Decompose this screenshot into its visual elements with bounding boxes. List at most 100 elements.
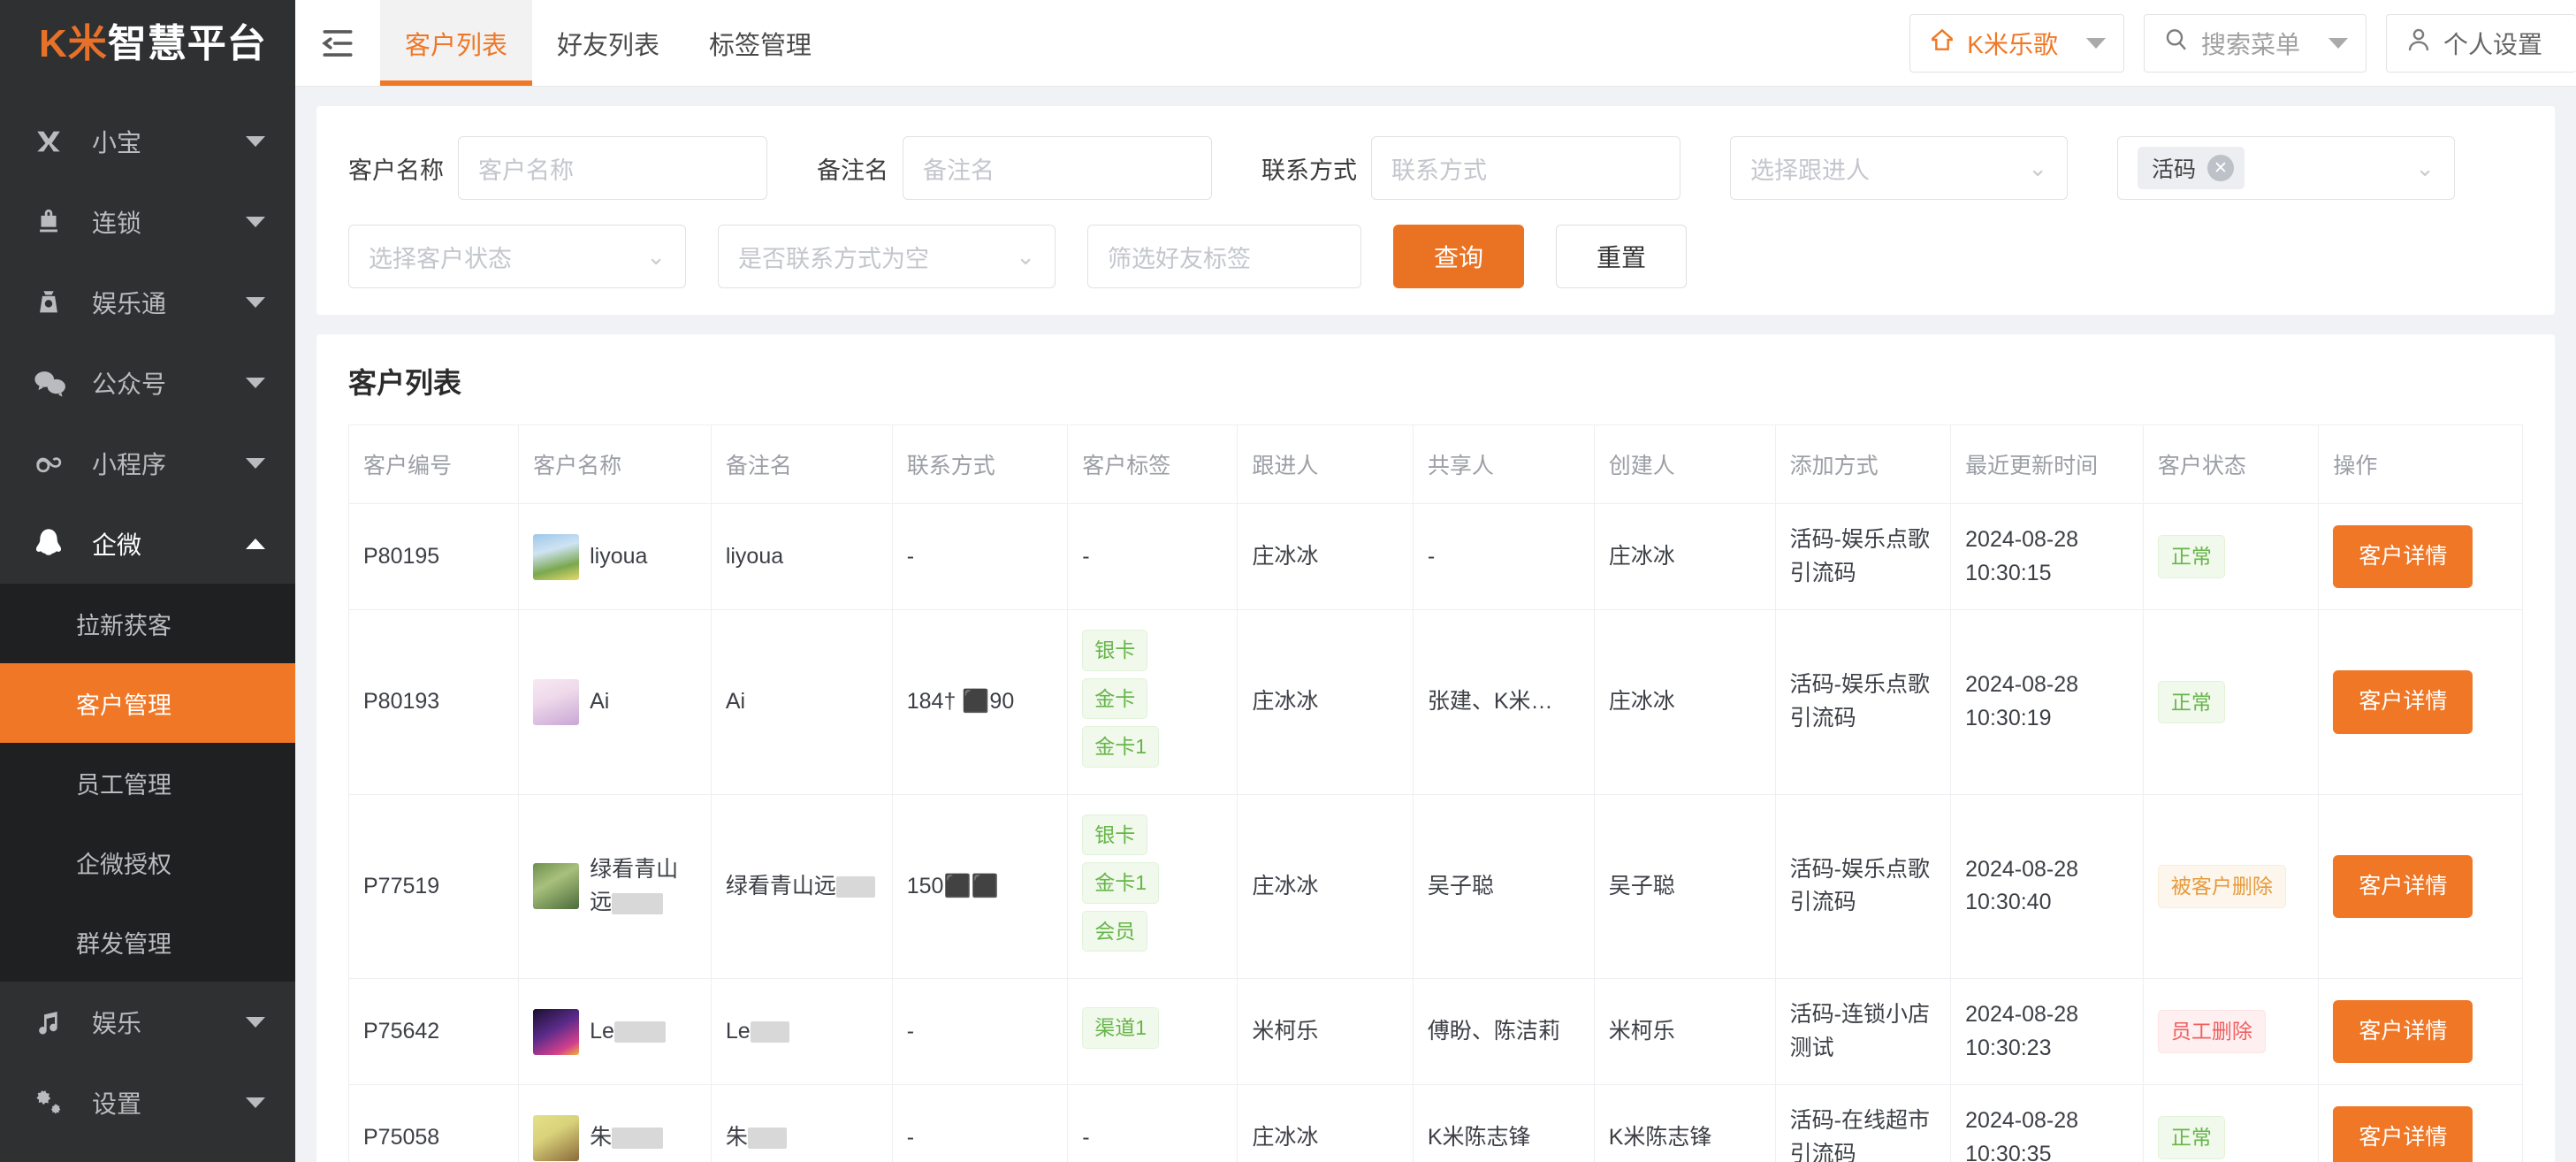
chevron-down-icon — [2085, 37, 2106, 49]
cell-remark: 绿看青山远 — [711, 793, 893, 979]
customer-name-text: 朱 — [590, 1121, 664, 1155]
table-row: P75058 朱朱 - - 庄冰冰 K米陈志锋 K米陈志锋 活码-在线超市引流码 2024-08… — [347, 1084, 2523, 1162]
sidebar-subitem-customer-management[interactable]: 客户管理 — [0, 663, 295, 743]
cell-customer-name: 朱 — [518, 1084, 712, 1162]
chevron-down-icon — [246, 216, 265, 227]
sidebar-item-label: 公众号 — [92, 370, 167, 398]
tab-friend-list[interactable]: 好友列表 — [532, 0, 684, 86]
sidebar-item-entertainment2[interactable]: 娱乐 — [0, 982, 295, 1062]
app-logo[interactable]: K米智慧平台 — [0, 0, 295, 88]
entertainment-icon — [34, 287, 80, 317]
cell-sharer: 张建、K米… — [1413, 609, 1595, 795]
cell-sharer: K米陈志锋 — [1413, 1084, 1595, 1162]
close-icon[interactable]: ✕ — [2207, 155, 2235, 181]
sidebar-item-label: 小程序 — [92, 450, 167, 478]
customer-detail-button[interactable]: 客户详情 — [2333, 1105, 2473, 1162]
follower-placeholder: 选择跟进人 — [1750, 157, 1870, 184]
source-select[interactable]: 活码 ✕ ⌄ — [2117, 136, 2455, 200]
customer-name-text: 绿看青山远 — [590, 856, 679, 915]
contact-empty-select[interactable]: 是否联系方式为空 ⌄ — [718, 225, 1056, 288]
customer-name-input[interactable]: 客户名称 — [458, 136, 767, 200]
org-selector[interactable]: K米乐歌 — [1909, 13, 2124, 73]
sidebar-item-chain[interactable]: 连锁 — [0, 181, 295, 262]
sidebar-item-xiaobao[interactable]: 小宝 — [0, 101, 295, 181]
cell-customer-name: 绿看青山远 — [518, 793, 712, 979]
sidebar-item-settings[interactable]: 设置 — [0, 1062, 295, 1143]
cell-customer-name: liyoua — [518, 503, 712, 610]
cell-action: 客户详情 — [2318, 793, 2523, 979]
column-header-id: 客户编号 — [347, 424, 520, 504]
logo-k-text: K米 — [39, 22, 108, 65]
cell-sharer: 吴子聪 — [1413, 793, 1595, 979]
profile-label: 个人设置 — [2443, 30, 2542, 58]
topbar: 客户列表 好友列表 标签管理 K米乐歌 搜索菜单 个人设置 — [295, 0, 2576, 87]
chevron-down-icon — [2328, 37, 2348, 49]
column-header-creator: 创建人 — [1594, 424, 1776, 504]
topbar-right: K米乐歌 搜索菜单 个人设置 — [1890, 0, 2576, 86]
wechat-official-icon — [34, 368, 80, 398]
chevron-down-icon: ⌄ — [1016, 242, 1035, 270]
sidebar-item-mini-program[interactable]: 小程序 — [0, 423, 295, 503]
tab-customer-list[interactable]: 客户列表 — [380, 0, 533, 86]
customer-status-select[interactable]: 选择客户状态 ⌄ — [348, 225, 686, 288]
sidebar-item-label: 娱乐通 — [92, 289, 167, 317]
cell-status: 员工删除 — [2143, 978, 2320, 1085]
menu-search[interactable]: 搜索菜单 — [2143, 13, 2366, 73]
cell-contact: 150⬛⬛ — [892, 793, 1069, 979]
status-badge: 正常 — [2157, 680, 2225, 723]
cell-source: 活码-娱乐点歌引流码 — [1775, 609, 1952, 795]
cell-creator: K米陈志锋 — [1594, 1084, 1776, 1162]
sidebar-subitem-staff-management[interactable]: 员工管理 — [0, 743, 295, 822]
column-header-source: 添加方式 — [1775, 424, 1952, 504]
sidebar-item-official-account[interactable]: 公众号 — [0, 342, 295, 423]
cell-follower: 庄冰冰 — [1237, 1084, 1414, 1162]
sidebar-item-qiwei[interactable]: 企微 — [0, 503, 295, 584]
follower-select[interactable]: 选择跟进人 ⌄ — [1730, 136, 2068, 200]
query-button[interactable]: 查询 — [1393, 225, 1524, 288]
customer-detail-button[interactable]: 客户详情 — [2333, 854, 2473, 918]
tab-label: 标签管理 — [709, 31, 812, 60]
cell-status: 被客户删除 — [2143, 793, 2320, 979]
search-input[interactable]: 搜索菜单 — [2191, 26, 2316, 61]
sidebar-subitem-mass-message[interactable]: 群发管理 — [0, 902, 295, 982]
content-area: 客户名称 客户名称 备注名 备注名 联系方式 联系方式 选择跟进人 ⌄ 活码 ✕… — [295, 87, 2576, 1162]
cell-remark: Ai — [711, 609, 893, 795]
customer-detail-button[interactable]: 客户详情 — [2333, 524, 2473, 589]
tab-tag-management[interactable]: 标签管理 — [684, 0, 836, 86]
menu-collapse-icon[interactable] — [295, 0, 380, 86]
sidebar-subitem-lanxin[interactable]: 拉新获客 — [0, 584, 295, 663]
sidebar-subitem-label: 企微授权 — [76, 851, 171, 878]
cell-status: 正常 — [2143, 1084, 2320, 1162]
customer-tag: 渠道1 — [1082, 1007, 1160, 1049]
profile-settings-button[interactable]: 个人设置 — [2385, 13, 2576, 73]
contact-input[interactable]: 联系方式 — [1371, 136, 1680, 200]
chevron-down-icon: ⌄ — [2415, 154, 2435, 181]
top-tabs: 客户列表 好友列表 标签管理 — [380, 0, 836, 86]
friend-tag-filter-input[interactable]: 筛选好友标签 — [1087, 225, 1361, 288]
cell-follower: 庄冰冰 — [1237, 609, 1414, 795]
sidebar-item-label: 娱乐 — [92, 1009, 142, 1037]
customer-tag: 银卡 — [1082, 630, 1148, 671]
column-header-status: 客户状态 — [2143, 424, 2320, 504]
chevron-down-icon: ⌄ — [646, 242, 666, 270]
cell-status: 正常 — [2143, 609, 2320, 795]
sidebar-subitem-label: 拉新获客 — [76, 612, 171, 639]
remark-name-input[interactable]: 备注名 — [903, 136, 1212, 200]
table-head: 客户编号 客户名称 备注名 联系方式 客户标签 跟进人 共享人 创建人 添加方式… — [347, 424, 2523, 504]
cell-source: 活码-在线超市引流码 — [1775, 1084, 1952, 1162]
filter-row-1: 客户名称 客户名称 备注名 备注名 联系方式 联系方式 选择跟进人 ⌄ 活码 ✕… — [316, 136, 2555, 200]
cell-sharer: 傅盼、陈洁莉 — [1413, 978, 1595, 1085]
cell-creator: 吴子聪 — [1594, 793, 1776, 979]
cell-action: 客户详情 — [2318, 503, 2523, 610]
customer-detail-button[interactable]: 客户详情 — [2333, 670, 2473, 734]
sidebar-submenu-qiwei: 拉新获客 客户管理 员工管理 企微授权 群发管理 — [0, 584, 295, 982]
cell-source: 活码-娱乐点歌引流码 — [1775, 503, 1952, 610]
status-badge: 正常 — [2157, 535, 2225, 578]
contact-empty-placeholder: 是否联系方式为空 — [738, 245, 929, 272]
customer-name-label: 客户名称 — [348, 157, 444, 184]
sidebar-item-entertainment[interactable]: 娱乐通 — [0, 262, 295, 342]
customer-detail-button[interactable]: 客户详情 — [2333, 999, 2473, 1064]
org-label: K米乐歌 — [1967, 30, 2058, 58]
reset-button[interactable]: 重置 — [1556, 225, 1687, 288]
sidebar-subitem-qiwei-auth[interactable]: 企微授权 — [0, 822, 295, 902]
